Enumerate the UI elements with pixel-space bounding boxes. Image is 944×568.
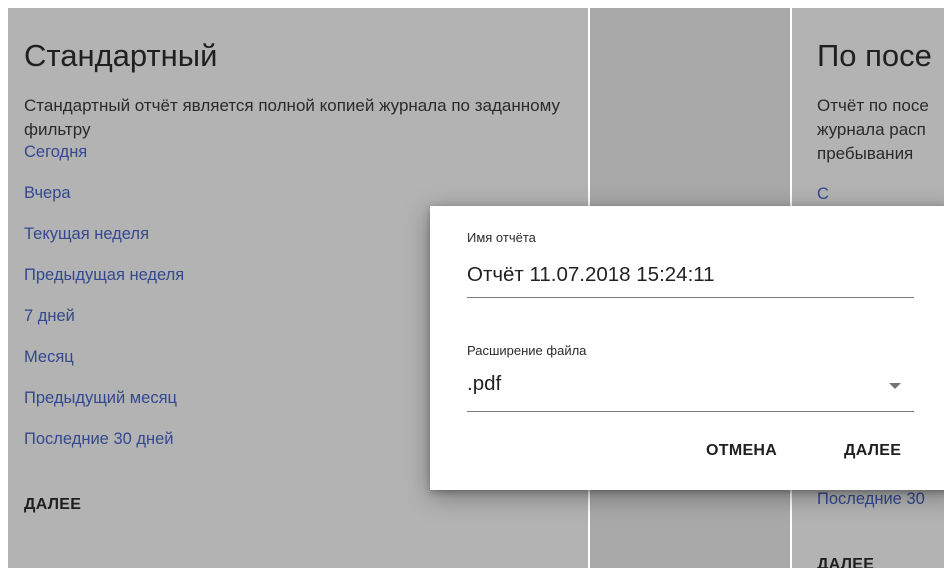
- next-button[interactable]: ДАЛЕЕ: [844, 442, 901, 460]
- save-report-dialog: Имя отчёта Отчёт 11.07.2018 15:24:11 Рас…: [430, 206, 944, 490]
- card-description-line-2: журнала расп: [817, 120, 926, 139]
- report-name-underline: [467, 297, 914, 298]
- next-button[interactable]: ДАЛЕЕ: [24, 496, 81, 514]
- card-title: Стандартный: [24, 38, 218, 73]
- link-month[interactable]: Месяц: [24, 348, 74, 367]
- card-description-line-3: пребывания: [817, 144, 914, 163]
- card-description: Стандартный отчёт является полной копией…: [24, 96, 560, 139]
- file-extension-underline: [467, 411, 914, 412]
- file-extension-label: Расширение файла: [467, 343, 587, 358]
- report-name-label: Имя отчёта: [467, 230, 536, 245]
- next-button[interactable]: ДАЛЕЕ: [817, 556, 874, 568]
- link-last-30-days[interactable]: Последние 30: [817, 490, 925, 509]
- link-previous-week[interactable]: Предыдущая неделя: [24, 266, 184, 285]
- card-description-line-1: Отчёт по посе: [817, 96, 929, 115]
- card-title: По посе: [817, 38, 932, 73]
- link-7-days[interactable]: 7 дней: [24, 307, 75, 326]
- report-name-input[interactable]: Отчёт 11.07.2018 15:24:11: [467, 263, 715, 287]
- link-last-30-days[interactable]: Последние 30 дней: [24, 430, 174, 449]
- dropdown-arrow-icon[interactable]: [889, 383, 901, 389]
- file-extension-select[interactable]: .pdf: [467, 372, 501, 396]
- link-yesterday[interactable]: Вчера: [24, 184, 71, 203]
- link-current-week[interactable]: Текущая неделя: [24, 225, 149, 244]
- link-previous-month[interactable]: Предыдущий месяц: [24, 389, 177, 408]
- cancel-button[interactable]: ОТМЕНА: [706, 442, 777, 460]
- link-partial[interactable]: С: [817, 185, 829, 204]
- link-today[interactable]: Сегодня: [24, 143, 87, 162]
